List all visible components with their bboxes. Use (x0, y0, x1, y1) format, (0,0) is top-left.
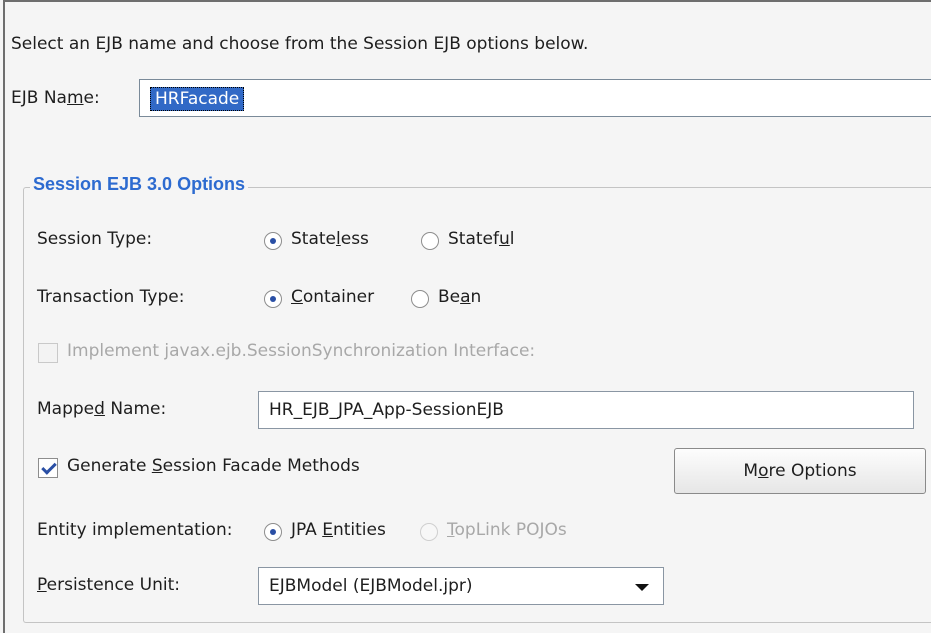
toplink-pojos-radio[interactable] (420, 523, 438, 541)
session-sync-label: Implement javax.ejb.SessionSynchronizati… (67, 341, 536, 361)
entity-impl-label: Entity implementation: (37, 520, 233, 540)
session-type-label: Session Type: (37, 229, 153, 249)
generate-facade-label[interactable]: Generate Session Facade Methods (67, 456, 360, 476)
container-radio[interactable] (264, 290, 282, 308)
bean-radio[interactable] (411, 290, 429, 308)
group-title: Session EJB 3.0 Options (30, 174, 249, 195)
more-options-button[interactable]: More Options (674, 448, 926, 494)
persistence-unit-select[interactable]: EJBModel (EJBModel.jpr) (258, 567, 664, 605)
jpa-entities-label[interactable]: JPA Entities (291, 520, 386, 540)
toplink-pojos-label: TopLink POJOs (447, 520, 567, 540)
mapped-name-label: Mapped Name: (37, 399, 167, 419)
ejb-name-label: EJB Name: (11, 88, 100, 108)
ejb-name-value: HRFacade (150, 87, 245, 111)
stateless-label[interactable]: Stateless (291, 229, 369, 249)
generate-facade-checkbox[interactable] (38, 458, 58, 478)
stateless-radio[interactable] (264, 232, 282, 250)
transaction-type-label: Transaction Type: (37, 287, 185, 307)
persistence-unit-value: EJBModel (EJBModel.jpr) (269, 576, 473, 596)
ejb-name-input[interactable]: HRFacade (139, 79, 931, 117)
session-sync-checkbox[interactable] (38, 343, 58, 363)
mapped-name-input[interactable]: HR_EJB_JPA_App-SessionEJB (258, 391, 914, 429)
stateful-label[interactable]: Stateful (448, 229, 515, 249)
instruction-text: Select an EJB name and choose from the S… (11, 34, 589, 54)
jpa-entities-radio[interactable] (264, 523, 282, 541)
container-label[interactable]: Container (291, 287, 374, 307)
persistence-unit-label: Persistence Unit: (37, 575, 180, 595)
bean-label[interactable]: Bean (438, 287, 481, 307)
stateful-radio[interactable] (421, 232, 439, 250)
chevron-down-icon (635, 584, 649, 591)
